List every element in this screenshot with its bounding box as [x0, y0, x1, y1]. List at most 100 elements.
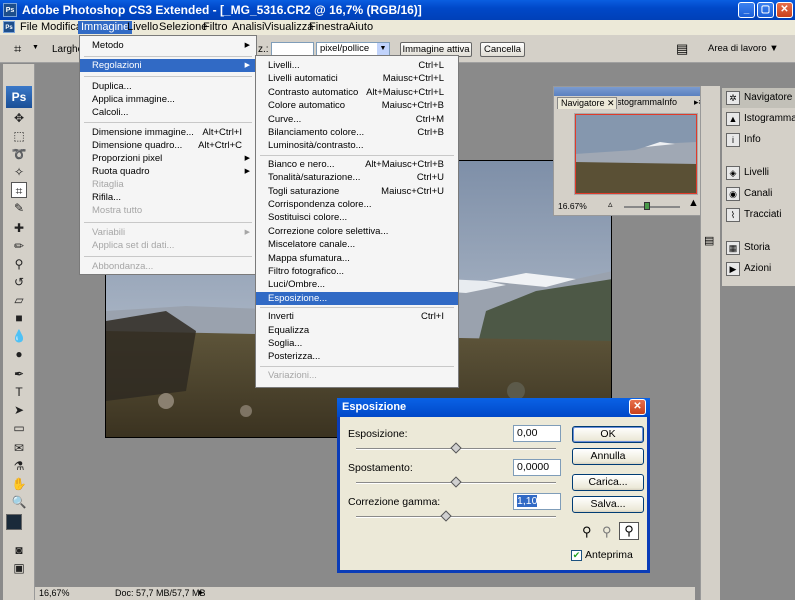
eraser-tool-icon[interactable]: ▱	[11, 292, 27, 308]
resolution-input[interactable]	[271, 42, 314, 56]
adjust-menu-item[interactable]: Luci/Ombre...	[256, 278, 458, 291]
dodge-tool-icon[interactable]: ●	[11, 346, 27, 362]
dock-livelli[interactable]: ◈ Livelli	[722, 163, 795, 183]
close-button[interactable]: ✕	[776, 2, 793, 18]
load-button[interactable]: Carica...	[572, 474, 644, 491]
menu-item-duplica[interactable]: Duplica...	[80, 80, 256, 93]
blur-tool-icon[interactable]: 💧	[11, 328, 27, 344]
clone-stamp-tool-icon[interactable]: ⚲	[11, 256, 27, 272]
tab-istogramma[interactable]: Istogramma	[618, 97, 662, 109]
adjust-menu-item[interactable]: Corrispondenza colore...	[256, 198, 458, 211]
gamma-slider-thumb[interactable]	[440, 510, 452, 522]
slice-tool-icon[interactable]: ✎	[11, 200, 27, 216]
menu-aiuto[interactable]: Aiuto	[345, 21, 376, 34]
dock-storia[interactable]: ▦ Storia	[722, 238, 795, 258]
menu-item-regolazioni[interactable]: Regolazioni	[80, 59, 256, 72]
panel-header[interactable]	[554, 87, 706, 96]
menu-item-metodo[interactable]: Metodo	[80, 39, 256, 52]
dock-azioni[interactable]: ▶ Azioni	[722, 259, 795, 279]
crop-tool-button-icon[interactable]: ⌗	[11, 182, 27, 198]
menu-item-label: Proporzioni pixel	[92, 153, 163, 164]
brush-tool-icon[interactable]: ✏	[11, 238, 27, 254]
zoom-out-icon[interactable]: ▵	[608, 199, 613, 210]
path-selection-tool-icon[interactable]: ➤	[11, 402, 27, 418]
preview-checkbox[interactable]: ✔	[571, 550, 582, 561]
save-button[interactable]: Salva...	[572, 496, 644, 513]
pen-tool-icon[interactable]: ✒	[11, 366, 27, 382]
navigator-zoom-thumb[interactable]	[644, 202, 650, 210]
offset-slider-thumb[interactable]	[450, 476, 462, 488]
tab-info[interactable]: Info	[662, 97, 686, 109]
status-zoom[interactable]: 16,67%	[39, 588, 70, 598]
navigator-zoom-value[interactable]: 16.67%	[558, 201, 587, 211]
maximize-button[interactable]: ▢	[757, 2, 774, 18]
ps-menu-icon[interactable]: Ps	[3, 21, 15, 33]
zoom-tool-icon[interactable]: 🔍	[11, 494, 27, 510]
close-tab-icon[interactable]: ✕	[607, 98, 615, 108]
adjust-menu-item[interactable]: Sostituisci colore...	[256, 211, 458, 224]
dock-istogramma[interactable]: ▲ Istogramma	[722, 109, 795, 129]
move-tool-icon[interactable]: ✥	[11, 110, 27, 126]
dialog-title-bar[interactable]: Esposizione ✕	[337, 398, 650, 417]
exposure-input[interactable]: 0,00	[513, 425, 561, 442]
palette-well-icon[interactable]: ▤	[676, 41, 688, 57]
unit-select[interactable]: pixel/pollice ▼	[316, 42, 390, 56]
status-doc-size[interactable]: Doc: 57,7 MB/57,7 MB	[115, 588, 206, 598]
workspace-menu[interactable]: Area di lavoro ▼	[708, 43, 779, 54]
zoom-in-icon[interactable]: ▲	[688, 197, 699, 209]
adjust-menu-item[interactable]: Miscelatore canale...	[256, 238, 458, 251]
screen-mode-icon[interactable]: ▣	[11, 560, 27, 576]
adjust-menu-item[interactable]: Mappa sfumatura...	[256, 252, 458, 265]
menu-item-rifila[interactable]: Rifila...	[80, 191, 256, 204]
cancel-button[interactable]: Annulla	[572, 448, 644, 465]
menu-item-calcoli[interactable]: Calcoli...	[80, 106, 256, 119]
lasso-tool-icon[interactable]: ➰	[11, 146, 27, 162]
healing-brush-tool-icon[interactable]: ✚	[11, 220, 27, 236]
notes-tool-icon[interactable]: ✉	[11, 440, 27, 456]
adjust-menu-item[interactable]: Luminosità/contrasto...	[256, 139, 458, 152]
offset-input[interactable]: 0,0000	[513, 459, 561, 476]
tab-navigatore[interactable]: Navigatore ✕	[557, 97, 617, 109]
foreground-color-swatch[interactable]	[6, 514, 22, 530]
dialog-close-button[interactable]: ✕	[629, 399, 646, 415]
white-eyedropper-icon[interactable]: ⚲	[619, 522, 639, 540]
minimize-button[interactable]: _	[738, 2, 755, 18]
menu-item-proporzioni-pixel[interactable]: Proporzioni pixel	[80, 152, 256, 165]
brushes-panel-icon[interactable]: ▤	[704, 234, 714, 247]
menu-filtro[interactable]: Filtro	[200, 21, 230, 34]
adjust-menu-item[interactable]: Correzione colore selettiva...	[256, 225, 458, 238]
dock-tracciati[interactable]: ⌇ Tracciati	[722, 205, 795, 225]
gradient-tool-icon[interactable]: ■	[11, 310, 27, 326]
adjust-menu-item[interactable]: Filtro fotografico...	[256, 265, 458, 278]
crop-tool-icon[interactable]: ⌗	[14, 41, 21, 57]
adjust-menu-item[interactable]: Equalizza	[256, 324, 458, 337]
adjust-menu-item[interactable]: Soglia...	[256, 337, 458, 350]
ok-button[interactable]: OK	[572, 426, 644, 443]
marquee-tool-icon[interactable]: ⬚	[11, 128, 27, 144]
hand-tool-icon[interactable]: ✋	[11, 476, 27, 492]
menu-item-applica-immagine[interactable]: Applica immagine...	[80, 93, 256, 106]
navigator-thumbnail[interactable]	[574, 113, 698, 195]
tool-preset-arrow-icon[interactable]: ▼	[32, 44, 39, 51]
type-tool-icon[interactable]: T	[11, 384, 27, 400]
adjust-menu-item[interactable]: Esposizione...	[256, 291, 458, 305]
dock-navigatore[interactable]: ✲ Navigatore	[722, 88, 795, 108]
navigator-zoom-slider[interactable]	[624, 206, 680, 208]
quick-mask-icon[interactable]: ◙	[11, 542, 27, 558]
dock-info[interactable]: i Info	[722, 130, 795, 150]
clear-button[interactable]: Cancella	[480, 42, 525, 57]
dock-canali[interactable]: ◉ Canali	[722, 184, 795, 204]
history-brush-tool-icon[interactable]: ↺	[11, 274, 27, 290]
gamma-slider[interactable]	[356, 516, 556, 518]
exposure-slider-thumb[interactable]	[450, 442, 462, 454]
black-eyedropper-icon[interactable]: ⚲	[582, 524, 592, 540]
menu-item-ruota-quadro[interactable]: Ruota quadro	[80, 165, 256, 178]
menu-item-label: Livelli...	[268, 60, 300, 71]
gamma-input[interactable]: 1,10	[513, 493, 561, 510]
magic-wand-tool-icon[interactable]: ✧	[11, 164, 27, 180]
gray-eyedropper-icon[interactable]: ⚲	[602, 524, 612, 540]
shape-tool-icon[interactable]: ▭	[11, 420, 27, 436]
status-menu-arrow-icon[interactable]: ▸	[199, 587, 204, 598]
adjust-menu-item[interactable]: Posterizza...	[256, 350, 458, 363]
eyedropper-tool-icon[interactable]: ⚗	[11, 458, 27, 474]
